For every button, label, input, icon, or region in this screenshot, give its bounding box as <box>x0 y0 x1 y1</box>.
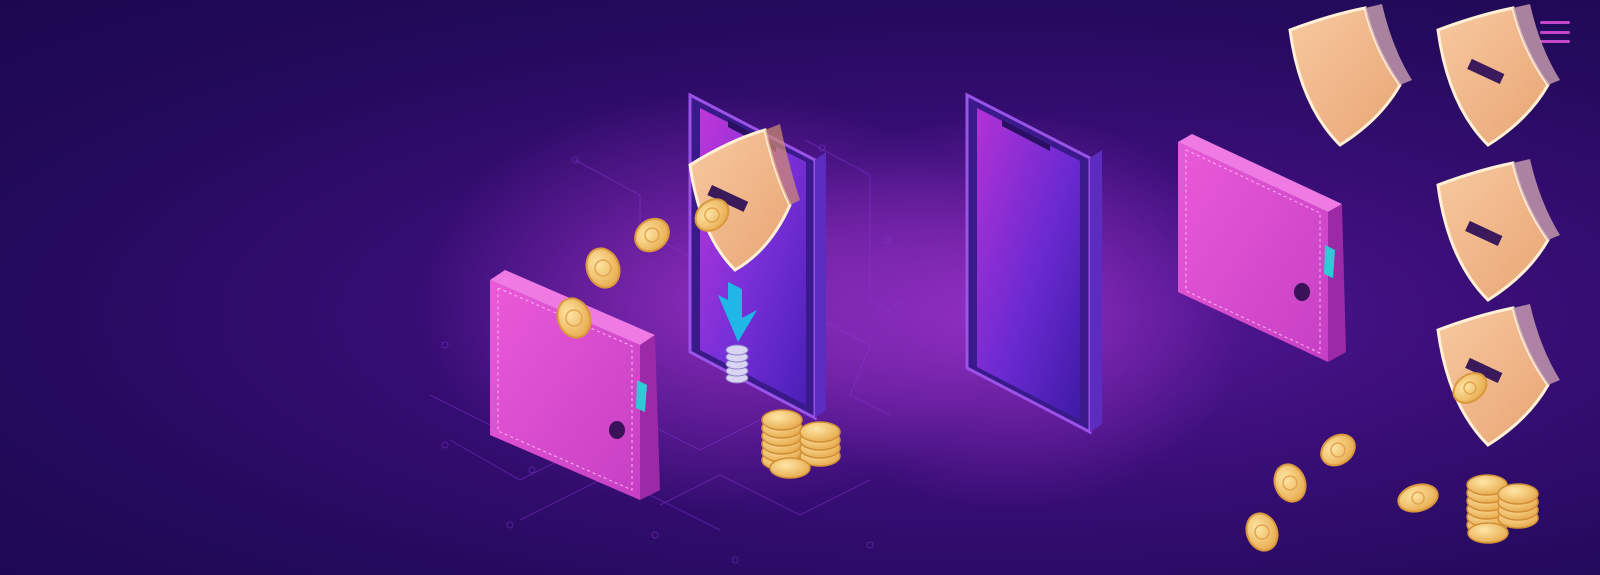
illustration <box>420 4 1560 564</box>
shield-with-slot <box>1436 159 1560 302</box>
coin-pile <box>1466 474 1539 544</box>
shield-with-slot <box>1436 304 1560 447</box>
coins-flying <box>1245 433 1439 552</box>
coin-stack-on-phone <box>725 344 749 384</box>
shield-plain <box>1288 4 1412 147</box>
shield-with-slot <box>1436 4 1560 147</box>
